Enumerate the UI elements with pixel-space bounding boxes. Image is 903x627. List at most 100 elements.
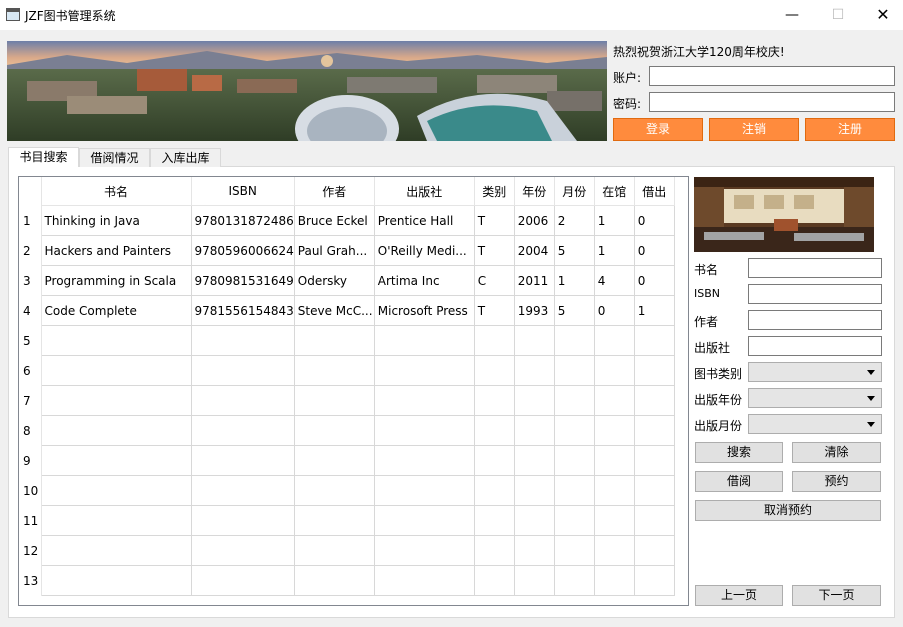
cell-category[interactable]: T bbox=[474, 235, 515, 266]
table-row[interactable]: 11 bbox=[19, 505, 675, 536]
column-header-month[interactable]: 月份 bbox=[554, 177, 595, 206]
cell-isbn[interactable] bbox=[191, 505, 295, 536]
category-select[interactable] bbox=[748, 362, 882, 382]
cell-author[interactable]: Steve McC... bbox=[294, 295, 375, 326]
row-number[interactable]: 13 bbox=[19, 565, 42, 596]
cell-isbn[interactable]: 9781556154843 bbox=[191, 295, 295, 326]
month-select[interactable] bbox=[748, 414, 882, 434]
cell-year[interactable]: 2006 bbox=[514, 205, 555, 236]
cell-year[interactable] bbox=[514, 385, 555, 416]
cell-month[interactable] bbox=[554, 415, 595, 446]
cell-month[interactable]: 5 bbox=[554, 235, 595, 266]
cell-publisher[interactable] bbox=[374, 415, 475, 446]
cell-year[interactable]: 2004 bbox=[514, 235, 555, 266]
cell-author[interactable] bbox=[294, 355, 375, 386]
row-number[interactable]: 11 bbox=[19, 505, 42, 536]
cell-month[interactable] bbox=[554, 505, 595, 536]
cell-in-library[interactable]: 0 bbox=[594, 295, 635, 326]
table-row[interactable]: 2 Hackers and Painters 9780596006624 Paul G… bbox=[19, 235, 675, 266]
cell-in-library[interactable] bbox=[594, 565, 635, 596]
isbn-input[interactable] bbox=[748, 284, 882, 304]
cell-title[interactable]: Programming in Scala bbox=[41, 265, 192, 296]
cell-category[interactable]: T bbox=[474, 205, 515, 236]
cell-publisher[interactable] bbox=[374, 325, 475, 356]
cell-borrowed[interactable]: 1 bbox=[634, 295, 675, 326]
cell-title[interactable] bbox=[41, 505, 192, 536]
cell-author[interactable] bbox=[294, 445, 375, 476]
cell-borrowed[interactable]: 0 bbox=[634, 265, 675, 296]
cell-isbn[interactable] bbox=[191, 385, 295, 416]
cell-year[interactable] bbox=[514, 475, 555, 506]
cell-month[interactable] bbox=[554, 475, 595, 506]
row-number[interactable]: 9 bbox=[19, 445, 42, 476]
cell-month[interactable]: 5 bbox=[554, 295, 595, 326]
cell-year[interactable] bbox=[514, 445, 555, 476]
year-select[interactable] bbox=[748, 388, 882, 408]
borrow-button[interactable]: 借阅 bbox=[695, 471, 783, 492]
cell-isbn[interactable] bbox=[191, 475, 295, 506]
cell-author[interactable] bbox=[294, 385, 375, 416]
cell-in-library[interactable] bbox=[594, 535, 635, 566]
cell-category[interactable] bbox=[474, 535, 515, 566]
cell-borrowed[interactable] bbox=[634, 505, 675, 536]
cell-year[interactable] bbox=[514, 355, 555, 386]
row-number[interactable]: 1 bbox=[19, 205, 42, 236]
row-number[interactable]: 12 bbox=[19, 535, 42, 566]
cell-in-library[interactable] bbox=[594, 355, 635, 386]
cell-publisher[interactable]: O'Reilly Medi... bbox=[374, 235, 475, 266]
table-corner[interactable] bbox=[19, 177, 42, 206]
cell-category[interactable] bbox=[474, 415, 515, 446]
cell-borrowed[interactable] bbox=[634, 535, 675, 566]
column-header-publisher[interactable]: 出版社 bbox=[374, 177, 475, 206]
cell-author[interactable] bbox=[294, 415, 375, 446]
cell-in-library[interactable] bbox=[594, 325, 635, 356]
cell-author[interactable] bbox=[294, 535, 375, 566]
cell-month[interactable] bbox=[554, 385, 595, 416]
cell-publisher[interactable] bbox=[374, 535, 475, 566]
cell-title[interactable] bbox=[41, 355, 192, 386]
row-number[interactable]: 7 bbox=[19, 385, 42, 416]
cell-author[interactable]: Paul Grah... bbox=[294, 235, 375, 266]
cell-category[interactable]: C bbox=[474, 265, 515, 296]
cell-category[interactable] bbox=[474, 445, 515, 476]
author-input[interactable] bbox=[748, 310, 882, 330]
cell-publisher[interactable] bbox=[374, 355, 475, 386]
cell-publisher[interactable] bbox=[374, 385, 475, 416]
cell-year[interactable] bbox=[514, 505, 555, 536]
column-header-isbn[interactable]: ISBN bbox=[191, 177, 295, 206]
cell-month[interactable] bbox=[554, 565, 595, 596]
cell-year[interactable] bbox=[514, 325, 555, 356]
account-input[interactable] bbox=[649, 66, 895, 86]
cell-year[interactable]: 2011 bbox=[514, 265, 555, 296]
cell-publisher[interactable]: Prentice Hall bbox=[374, 205, 475, 236]
cell-publisher[interactable]: Artima Inc bbox=[374, 265, 475, 296]
row-number[interactable]: 4 bbox=[19, 295, 42, 326]
cell-in-library[interactable]: 1 bbox=[594, 235, 635, 266]
tab-borrow-status[interactable]: 借阅情况 bbox=[79, 148, 150, 167]
minimize-button[interactable]: — bbox=[769, 0, 815, 30]
column-header-category[interactable]: 类别 bbox=[474, 177, 515, 206]
cell-borrowed[interactable] bbox=[634, 325, 675, 356]
table-row[interactable]: 8 bbox=[19, 415, 675, 446]
table-row[interactable]: 12 bbox=[19, 535, 675, 566]
table-row[interactable]: 9 bbox=[19, 445, 675, 476]
cell-month[interactable] bbox=[554, 325, 595, 356]
cell-title[interactable] bbox=[41, 415, 192, 446]
column-header-borrowed[interactable]: 借出 bbox=[634, 177, 675, 206]
cell-in-library[interactable]: 1 bbox=[594, 205, 635, 236]
cell-author[interactable] bbox=[294, 505, 375, 536]
cell-author[interactable] bbox=[294, 475, 375, 506]
cell-category[interactable] bbox=[474, 385, 515, 416]
next-page-button[interactable]: 下一页 bbox=[792, 585, 881, 606]
cell-isbn[interactable] bbox=[191, 355, 295, 386]
cell-in-library[interactable] bbox=[594, 415, 635, 446]
cell-publisher[interactable] bbox=[374, 445, 475, 476]
table-row[interactable]: 10 bbox=[19, 475, 675, 506]
cell-category[interactable] bbox=[474, 355, 515, 386]
cell-in-library[interactable] bbox=[594, 445, 635, 476]
tab-book-search[interactable]: 书目搜索 bbox=[8, 147, 79, 167]
row-number[interactable]: 3 bbox=[19, 265, 42, 296]
cell-author[interactable] bbox=[294, 565, 375, 596]
publisher-input[interactable] bbox=[748, 336, 882, 356]
cell-in-library[interactable]: 4 bbox=[594, 265, 635, 296]
